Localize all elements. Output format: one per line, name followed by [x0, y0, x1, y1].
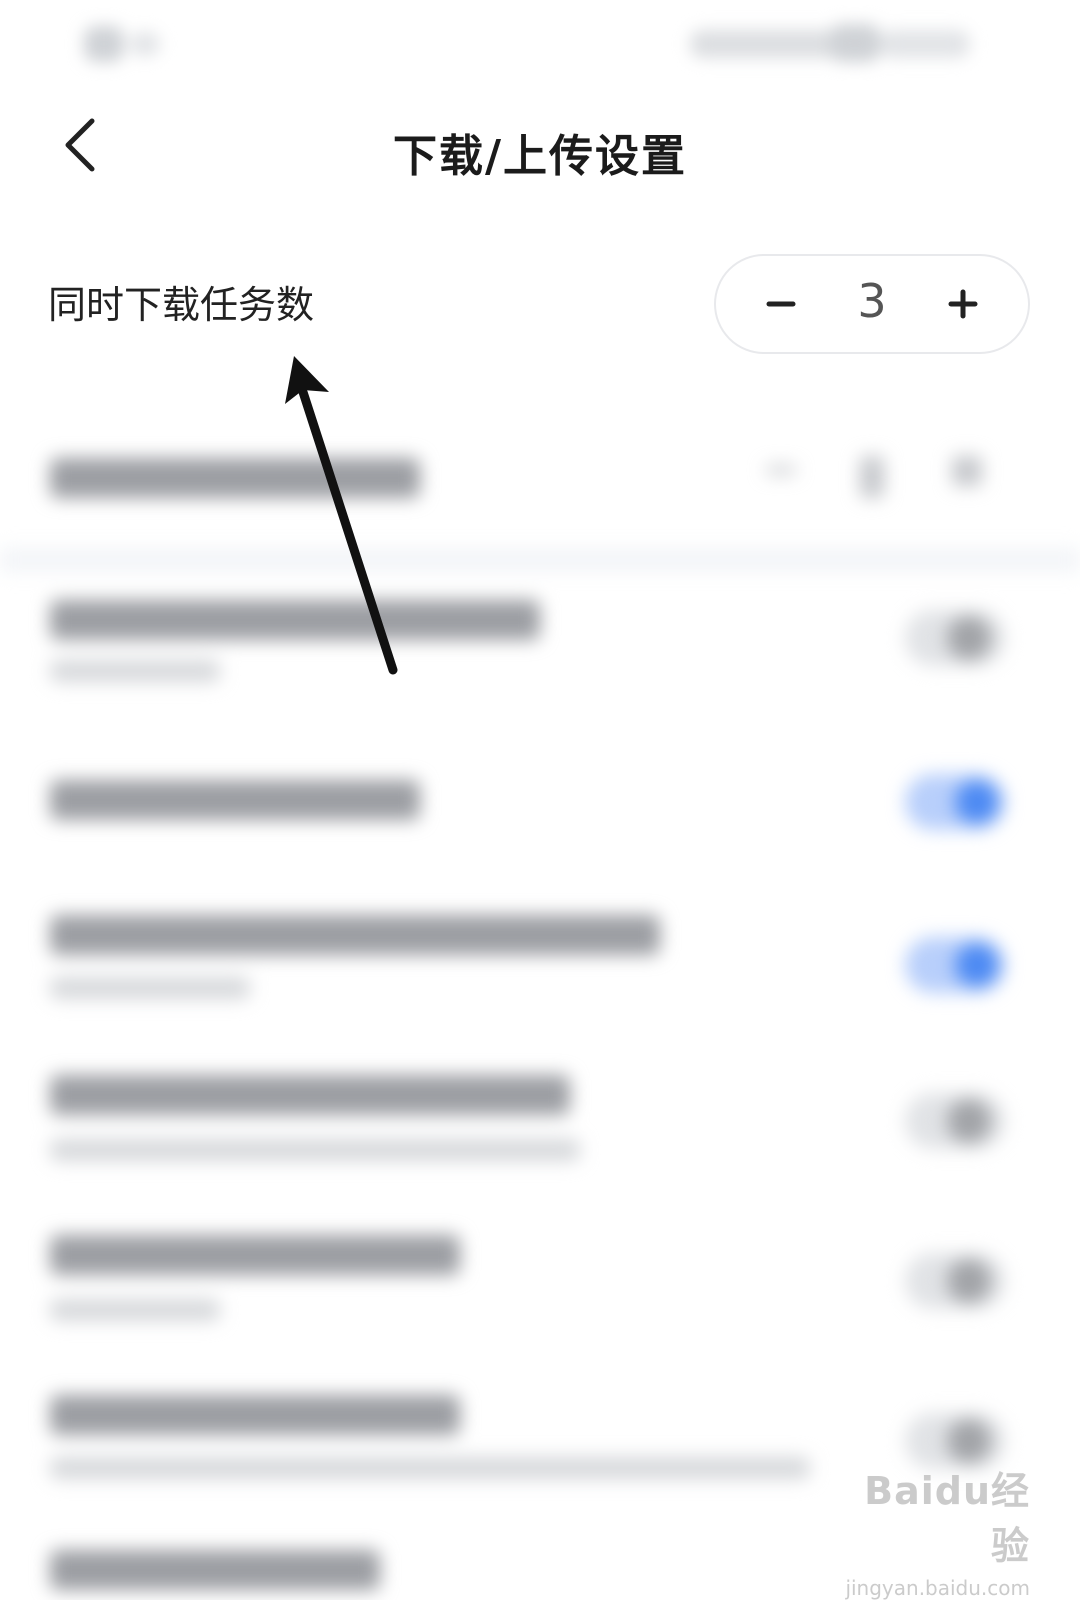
concurrent-downloads-row: 同时下载任务数 3	[0, 250, 1080, 360]
blurred-toggle[interactable]	[905, 1253, 1005, 1309]
blurred-toggle[interactable]	[905, 610, 1005, 666]
blurred-label	[50, 600, 540, 640]
plus-icon	[948, 289, 978, 319]
blurred-sublabel	[50, 1139, 580, 1161]
blurred-sublabel	[50, 1299, 220, 1321]
blurred-sublabel	[50, 1457, 810, 1479]
stepper-value: 3	[857, 274, 887, 328]
decrease-button[interactable]	[736, 256, 826, 352]
blurred-setting-row	[0, 774, 1080, 840]
blurred-stepper-row	[0, 450, 1080, 510]
blurred-toggle[interactable]	[905, 1093, 1005, 1149]
blurred-setting-row	[0, 1235, 1080, 1335]
blurred-settings-list	[0, 380, 1080, 1600]
blurred-toggle[interactable]	[905, 774, 1005, 830]
blurred-minus-icon	[766, 466, 796, 474]
blurred-label	[50, 1550, 380, 1590]
blurred-toggle[interactable]	[905, 937, 1005, 993]
section-divider	[0, 548, 1080, 572]
app-header: 下载/上传设置	[0, 90, 1080, 220]
status-battery-blur	[830, 24, 880, 62]
concurrent-downloads-stepper: 3	[714, 254, 1030, 354]
minus-icon	[766, 301, 796, 307]
status-extra-blur	[880, 30, 970, 58]
status-time-blur	[84, 26, 124, 62]
blurred-label	[50, 458, 420, 498]
status-bar	[0, 0, 1080, 90]
status-signal-blur	[690, 30, 850, 58]
blurred-label	[50, 915, 660, 955]
blurred-label	[50, 1395, 460, 1435]
status-icon-blur	[130, 32, 160, 56]
watermark: Baidu经验 jingyan.baidu.com	[830, 1460, 1030, 1600]
increase-button[interactable]	[918, 256, 1008, 352]
watermark-url: jingyan.baidu.com	[845, 1576, 1030, 1600]
concurrent-downloads-label: 同时下载任务数	[48, 283, 315, 327]
blurred-setting-row	[0, 600, 1080, 700]
blurred-setting-row	[0, 915, 1080, 1015]
blurred-plus-icon	[952, 456, 982, 486]
settings-page: 下载/上传设置 同时下载任务数 3 Baidu经验 jingyan.baidu.…	[0, 0, 1080, 1600]
blurred-label	[50, 1235, 460, 1275]
blurred-sublabel	[50, 977, 250, 999]
blurred-label	[50, 1075, 570, 1115]
blurred-sublabel	[50, 660, 220, 682]
watermark-logo: Baidu经验	[864, 1469, 1030, 1568]
page-title: 下载/上传设置	[392, 131, 688, 182]
blurred-label	[50, 780, 420, 820]
blurred-setting-row	[0, 1075, 1080, 1175]
blurred-value	[860, 456, 884, 498]
